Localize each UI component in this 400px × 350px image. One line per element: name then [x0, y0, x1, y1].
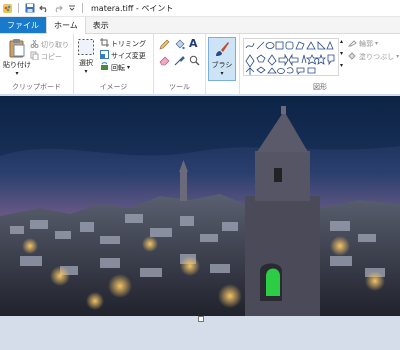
rotate-button[interactable]: 回転 ▾	[100, 62, 130, 73]
color-picker-icon[interactable]	[174, 55, 185, 66]
outline-label: 輪郭	[359, 39, 373, 48]
copy-label: コピー	[41, 52, 62, 61]
tab-view[interactable]: 表示	[86, 17, 116, 33]
brush-icon	[213, 40, 231, 60]
app-icon[interactable]	[2, 3, 13, 14]
magnifier-icon[interactable]	[189, 55, 200, 66]
undo-icon[interactable]	[38, 3, 49, 14]
crop-button[interactable]: トリミング	[100, 38, 146, 49]
chevron-down-icon: ▾	[375, 40, 379, 47]
canvas-area[interactable]	[0, 94, 400, 350]
tools-group: A ツール	[154, 34, 206, 94]
quick-access-toolbar	[0, 3, 85, 14]
shapes-gallery[interactable]	[243, 38, 339, 76]
save-icon[interactable]	[24, 3, 35, 14]
resize-icon	[100, 50, 109, 61]
cut-button[interactable]: 切り取り	[30, 39, 69, 50]
shapes-scroll-down-icon[interactable]: ▾	[340, 50, 343, 57]
pencil-icon[interactable]	[159, 39, 170, 50]
outline-button[interactable]: 輪郭 ▾	[347, 38, 379, 49]
tab-home[interactable]: ホーム	[46, 17, 86, 34]
chevron-down-icon: ▾	[15, 70, 19, 77]
paste-label: 貼り付け	[3, 61, 31, 69]
resize-label: サイズ変更	[111, 51, 146, 60]
chevron-down-icon: ▾	[396, 53, 400, 60]
window-title: matera.tiff - ペイント	[91, 3, 174, 13]
rotate-icon	[100, 62, 109, 73]
tab-file[interactable]: ファイル	[0, 17, 46, 33]
crop-icon	[100, 38, 109, 49]
brush-label: ブラシ	[211, 61, 233, 69]
fill-button[interactable]: 塗りつぶし ▾	[348, 51, 399, 62]
chevron-down-icon: ▾	[84, 68, 88, 75]
ribbon: 貼り付け ▾ 切り取り コピー クリップボード 選択 ▾ トリミング サイズ変更…	[0, 34, 400, 95]
fill-shape-icon	[348, 51, 357, 62]
crop-label: トリミング	[111, 39, 146, 48]
select-label: 選択	[79, 59, 93, 67]
fill-icon[interactable]	[174, 39, 185, 50]
customize-quick-access-icon[interactable]	[66, 3, 77, 14]
ribbon-tabs: ファイル ホーム 表示	[0, 17, 400, 34]
shapes-group: ▴ ▾ ▾ 輪郭 ▾ 塗りつぶし ▾ 図形	[240, 34, 400, 94]
outline-icon	[347, 38, 357, 49]
image-group-label: イメージ	[99, 83, 128, 91]
brush-button[interactable]: ブラシ ▾	[208, 37, 236, 81]
text-icon[interactable]: A	[189, 37, 198, 50]
shapes-group-label: 図形	[313, 83, 327, 91]
title-bar: matera.tiff - ペイント	[0, 0, 400, 17]
shapes-more-icon[interactable]: ▾	[340, 62, 343, 69]
brush-group: ブラシ ▾	[206, 34, 240, 94]
cut-icon	[30, 39, 39, 50]
fill-label: 塗りつぶし	[359, 52, 395, 61]
clipboard-group: 貼り付け ▾ 切り取り コピー クリップボード	[0, 34, 74, 94]
tools-group-label: ツール	[169, 83, 190, 91]
redo-icon[interactable]	[52, 3, 63, 14]
copy-icon	[30, 51, 39, 62]
shapes-scroll-up-icon[interactable]: ▴	[340, 38, 343, 45]
canvas-image[interactable]	[0, 96, 400, 316]
select-icon	[77, 38, 95, 58]
resize-button[interactable]: サイズ変更	[100, 50, 146, 61]
copy-button[interactable]: コピー	[30, 51, 62, 62]
image-group: 選択 ▾ トリミング サイズ変更 回転 ▾ イメージ	[74, 34, 154, 94]
chevron-down-icon: ▾	[220, 70, 224, 77]
chevron-down-icon: ▾	[127, 64, 131, 71]
resize-handle-bottom[interactable]	[198, 316, 204, 322]
rotate-label: 回転	[111, 63, 125, 72]
select-button[interactable]: 選択 ▾	[77, 38, 95, 75]
paste-icon	[8, 38, 26, 60]
cut-label: 切り取り	[41, 40, 69, 49]
toolbar-separator	[82, 3, 83, 13]
toolbar-separator	[18, 3, 19, 13]
paste-button[interactable]: 貼り付け ▾	[3, 38, 31, 77]
eraser-icon[interactable]	[159, 55, 170, 66]
clipboard-group-label: クリップボード	[12, 83, 61, 91]
